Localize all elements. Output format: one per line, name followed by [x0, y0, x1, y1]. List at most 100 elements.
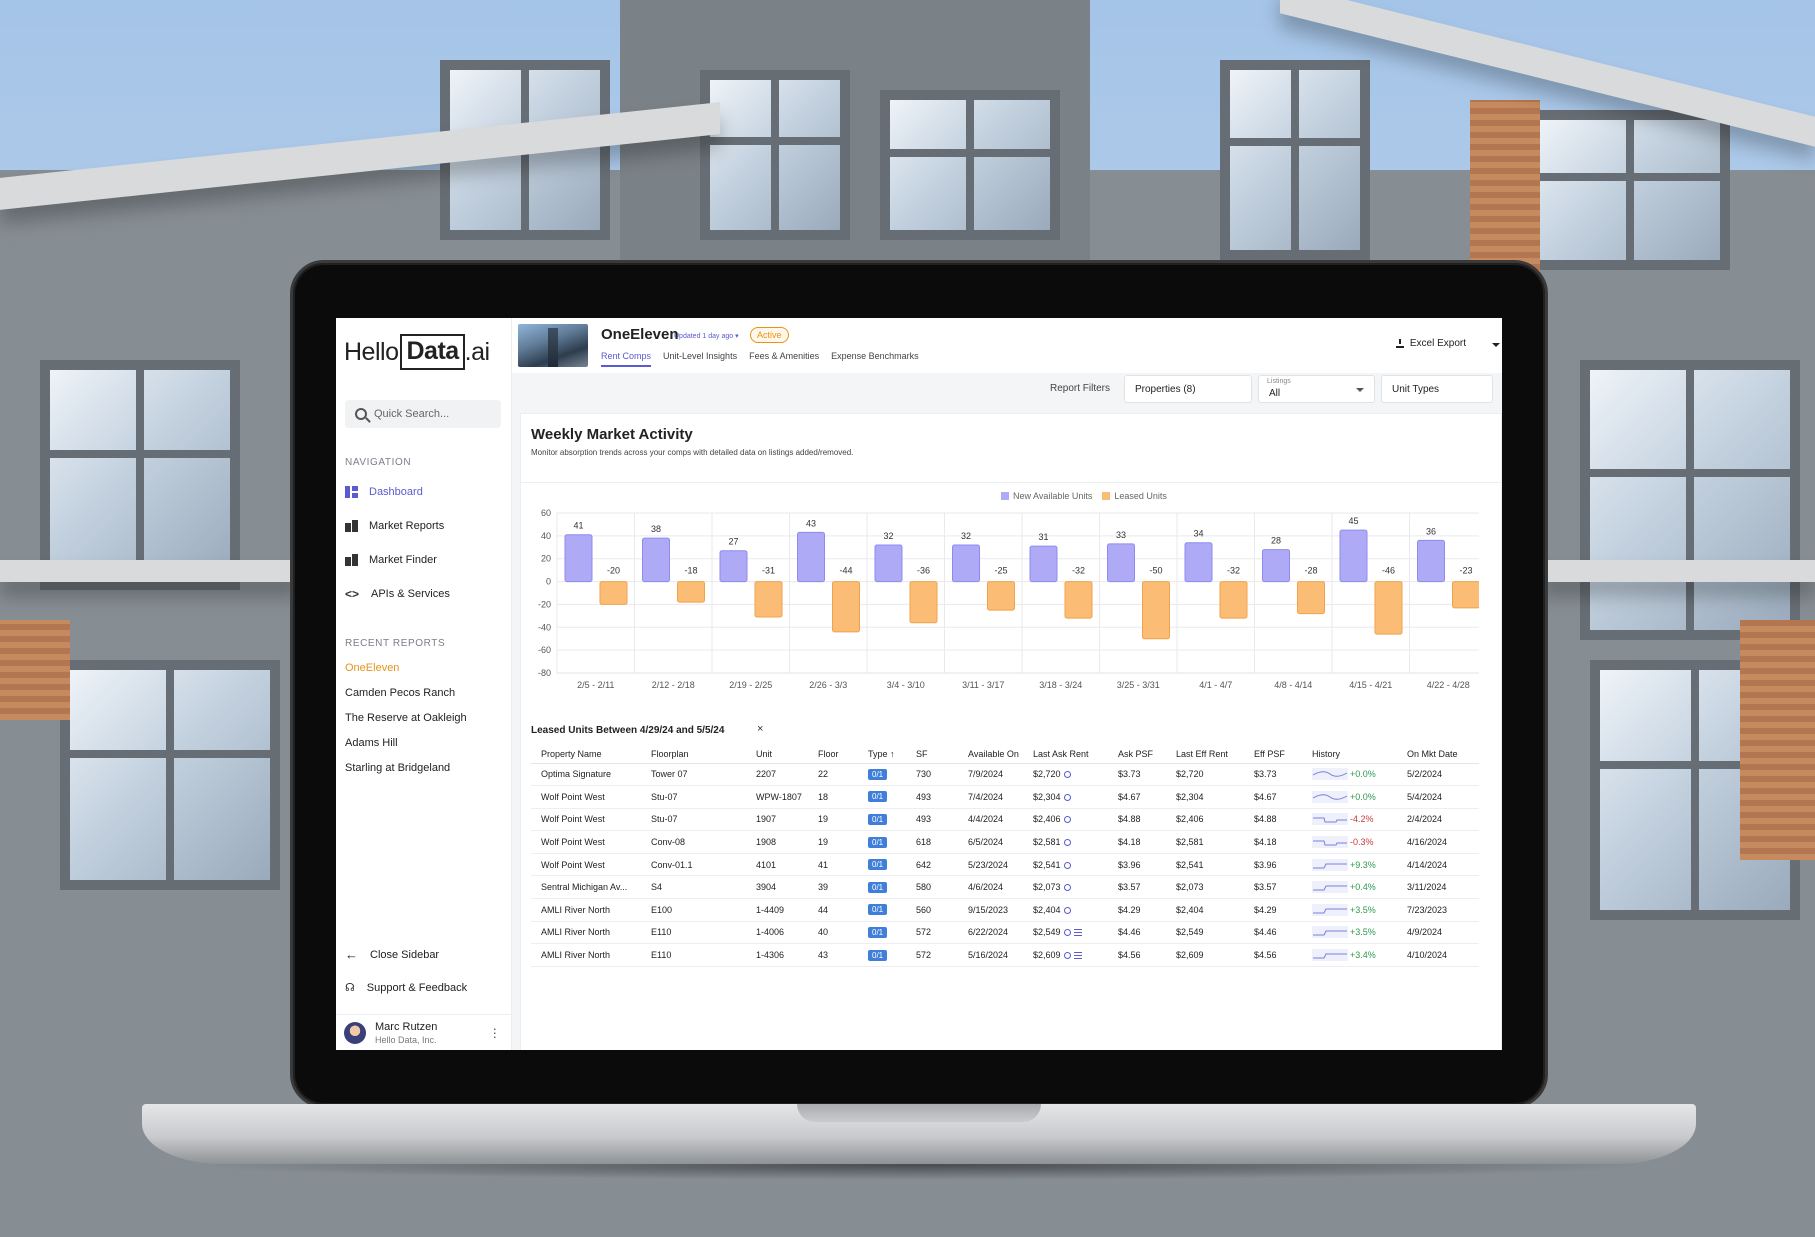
support-feedback-button[interactable]: ☊ Support & Feedback — [345, 981, 467, 995]
history-clock-icon[interactable] — [1063, 816, 1071, 824]
cell-floor: 19 — [808, 830, 858, 854]
more-vertical-icon[interactable]: · · · — [493, 1022, 497, 1043]
col-floor[interactable]: Floor — [808, 745, 858, 764]
col-last-ask-rent[interactable]: Last Ask Rent — [1023, 745, 1108, 764]
history-clock-icon[interactable] — [1063, 861, 1071, 869]
data-label: -32 — [1072, 566, 1085, 576]
col-history[interactable]: History — [1302, 745, 1397, 764]
type-tag: 0/1 — [868, 926, 888, 938]
cell-eff-psf: $3.57 — [1244, 875, 1302, 900]
nav-item-market-reports[interactable]: Market Reports — [345, 516, 444, 536]
updated-dropdown[interactable]: Updated 1 day ago ▾ — [674, 332, 739, 340]
history-clock-icon[interactable] — [1063, 793, 1071, 801]
recent-report-item[interactable]: The Reserve at Oakleigh — [345, 712, 467, 724]
cell-available-on: 7/4/2024 — [958, 785, 1023, 809]
col-ask-psf[interactable]: Ask PSF — [1108, 745, 1166, 764]
cell-history: +0.4% — [1302, 875, 1397, 900]
data-label: 34 — [1193, 529, 1203, 539]
bar-new-available — [797, 531, 825, 583]
cell-ask-psf: $4.88 — [1108, 808, 1166, 832]
tab-fees-amenities[interactable]: Fees & Amenities — [749, 351, 819, 367]
cell-history: -0.3% — [1302, 830, 1397, 854]
cell-floor: 39 — [808, 875, 858, 900]
table-row[interactable]: Optima Signature Tower 07 2207 22 0/1 730 7/9/… — [531, 763, 1479, 787]
cell-sf: 572 — [906, 943, 958, 967]
cell-eff-psf: $4.46 — [1244, 921, 1302, 945]
tab-unit-level-insights[interactable]: Unit-Level Insights — [663, 351, 737, 367]
table-row[interactable]: Wolf Point West Stu-07 1907 19 0/1 493 4/4/202… — [531, 808, 1479, 832]
close-icon[interactable]: × — [757, 723, 763, 735]
type-tag: 0/1 — [868, 881, 888, 893]
table-row[interactable]: Wolf Point West Stu-07 WPW-1807 18 0/1 493 7/4… — [531, 785, 1479, 809]
cell-unit: 1-4306 — [746, 943, 808, 967]
table-row[interactable]: AMLI River North E110 1-4306 43 0/1 572 5/16/2… — [531, 943, 1479, 967]
table-row[interactable]: AMLI River North E100 1-4409 44 0/1 560 9/15/2… — [531, 898, 1479, 922]
cell-sf: 493 — [906, 808, 958, 832]
y-tick-label: -80 — [538, 668, 551, 678]
close-sidebar-button[interactable]: ← Close Sidebar — [345, 947, 439, 962]
leased-units-table: Property Name Floorplan Unit Floor Type … — [531, 745, 1479, 967]
history-clock-icon[interactable] — [1063, 952, 1071, 960]
unit-types-filter[interactable]: Unit Types — [1381, 375, 1493, 403]
cell-eff-psf: $4.88 — [1244, 808, 1302, 832]
properties-filter[interactable]: Properties (8) — [1124, 375, 1252, 403]
data-label: -50 — [1149, 566, 1162, 576]
report-filters: Report Filters Properties (8) Listings A… — [512, 373, 1502, 403]
tab-expense-benchmarks[interactable]: Expense Benchmarks — [831, 351, 919, 367]
table-row[interactable]: Sentral Michigan Av... S4 3904 39 0/1 580 4/6/… — [531, 875, 1479, 900]
col-sf[interactable]: SF — [906, 745, 958, 764]
col-floorplan[interactable]: Floorplan — [641, 745, 746, 764]
cell-on-mkt-date: 4/9/2024 — [1397, 921, 1479, 945]
history-clock-icon[interactable] — [1063, 771, 1071, 779]
bar-leased — [1142, 581, 1170, 640]
bar-new-available — [1339, 529, 1368, 583]
col-on-mkt-date[interactable]: On Mkt Date — [1397, 745, 1479, 764]
cell-eff-psf: $3.73 — [1244, 763, 1302, 787]
excel-export-button[interactable]: Excel Export — [1395, 338, 1466, 349]
recent-report-item[interactable]: OneEleven — [345, 662, 399, 674]
bar-new-available — [1029, 545, 1058, 583]
concession-list-icon[interactable] — [1073, 929, 1082, 937]
history-clock-icon[interactable] — [1063, 839, 1071, 847]
nav-item-market-finder[interactable]: Market Finder — [345, 550, 437, 570]
col-last-eff-rent[interactable]: Last Eff Rent — [1166, 745, 1244, 764]
cell-last-ask-rent: $2,406 — [1023, 808, 1108, 832]
cell-floorplan: Tower 07 — [641, 763, 746, 787]
cell-on-mkt-date: 3/11/2024 — [1397, 875, 1479, 900]
cell-sf: 730 — [906, 763, 958, 787]
recent-report-item[interactable]: Starling at Bridgeland — [345, 762, 450, 774]
history-change: +0.4% — [1350, 882, 1376, 893]
data-label: -36 — [917, 566, 930, 576]
data-label: 45 — [1348, 516, 1358, 526]
user-profile[interactable]: Marc Rutzen Hello Data, Inc. · · · — [336, 1014, 511, 1050]
chevron-down-icon[interactable] — [1492, 343, 1500, 347]
cell-unit: WPW-1807 — [746, 785, 808, 809]
concession-list-icon[interactable] — [1073, 952, 1082, 960]
recent-report-item[interactable]: Camden Pecos Ranch — [345, 687, 455, 699]
col-type[interactable]: Type ↑ — [858, 745, 906, 764]
cell-floor: 41 — [808, 853, 858, 877]
col-unit[interactable]: Unit — [746, 745, 808, 764]
col-available-on[interactable]: Available On — [958, 745, 1023, 764]
nav-item-dashboard[interactable]: Dashboard — [345, 482, 423, 502]
listings-select[interactable]: Listings All — [1258, 375, 1375, 403]
table-row[interactable]: AMLI River North E110 1-4006 40 0/1 572 6/22/2… — [531, 921, 1479, 945]
bar-leased — [909, 581, 938, 624]
hellodata-logo[interactable]: Hello Data .ai — [344, 332, 490, 372]
quick-search-input[interactable]: Quick Search... — [345, 400, 501, 428]
history-clock-icon[interactable] — [1063, 906, 1071, 914]
cell-last-ask-rent: $2,581 — [1023, 830, 1108, 854]
table-row[interactable]: Wolf Point West Conv-08 1908 19 0/1 618 6/5/20… — [531, 830, 1479, 854]
table-row[interactable]: Wolf Point West Conv-01.1 4101 41 0/1 642 5/23… — [531, 853, 1479, 877]
cell-last-eff-rent: $2,406 — [1166, 808, 1244, 832]
tab-rent-comps[interactable]: Rent Comps — [601, 351, 652, 367]
history-clock-icon[interactable] — [1063, 884, 1071, 892]
cell-type: 0/1 — [858, 853, 906, 877]
recent-report-item[interactable]: Adams Hill — [345, 737, 398, 749]
nav-item-apis-services[interactable]: <> APIs & Services — [345, 584, 450, 604]
col-property-name[interactable]: Property Name — [531, 745, 641, 764]
type-tag: 0/1 — [868, 836, 888, 848]
history-clock-icon[interactable] — [1063, 929, 1071, 937]
col-eff-psf[interactable]: Eff PSF — [1244, 745, 1302, 764]
data-label: 28 — [1271, 536, 1281, 546]
